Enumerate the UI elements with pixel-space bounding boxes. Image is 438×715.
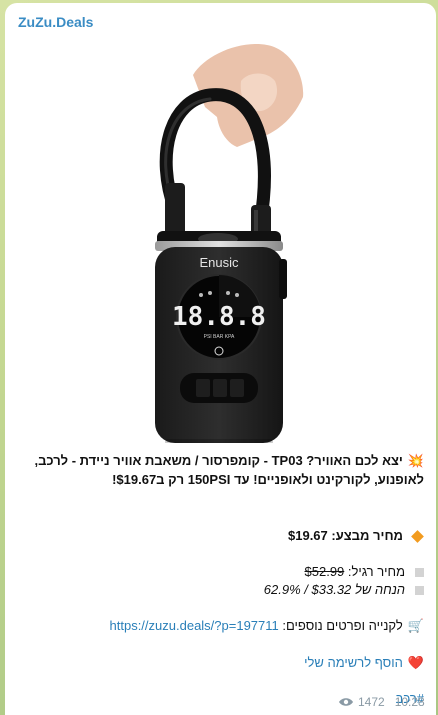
view-count: 1472 xyxy=(358,695,385,709)
svg-text:18.8.8: 18.8.8 xyxy=(172,302,266,332)
sale-price-row: מחיר מבצע: $19.67 xyxy=(17,526,424,545)
post-title-text: יצא לכם האוויר? TP03 - קומפרסור / משאבת … xyxy=(34,453,424,487)
channel-name[interactable]: ZuZu.Deals xyxy=(18,14,93,30)
discount-label: הנחה של xyxy=(354,582,405,597)
heart-icon: ❤️ xyxy=(407,655,424,670)
regular-price-value: $52.99 xyxy=(304,564,345,579)
views-eye-icon xyxy=(339,698,353,706)
sale-price-label: מחיר מבצע: xyxy=(331,528,403,543)
orange-diamond-icon xyxy=(411,530,424,543)
link-row: 🛒 לקנייה ופרטים נוספים: https://zuzu.deal… xyxy=(17,616,424,635)
message-bubble: ZuZu.Deals Enusic 18.8.8 PSI BAR KPA 💥יצ… xyxy=(5,3,436,715)
gray-square-icon xyxy=(415,568,424,578)
shopping-cart-icon: 🛒 xyxy=(407,618,424,633)
discount-value: $33.32 / 62.9% xyxy=(263,582,352,597)
wishlist-row: ❤️ הוסף לרשימה שלי xyxy=(17,653,424,672)
post-title: 💥יצא לכם האוויר? TP03 - קומפרסור / משאבת… xyxy=(17,451,424,489)
regular-price-row: מחיר רגיל: $52.99 xyxy=(17,562,424,581)
wishlist-link[interactable]: הוסף לרשימה שלי xyxy=(304,655,403,670)
product-image[interactable]: Enusic 18.8.8 PSI BAR KPA xyxy=(5,35,436,443)
brand-text: Enusic xyxy=(199,255,239,270)
message-meta: 1472 10:28 xyxy=(338,695,425,709)
link-label: לקנייה ופרטים נוספים: xyxy=(282,618,403,633)
sale-price-value: $19.67 xyxy=(288,528,328,543)
gray-square-icon xyxy=(415,586,424,596)
discount-row: הנחה של $33.32 / 62.9% xyxy=(17,580,424,599)
regular-price-label: מחיר רגיל: xyxy=(347,564,405,579)
product-link[interactable]: https://zuzu.deals/?p=197711 xyxy=(110,618,279,633)
message-time: 10:28 xyxy=(394,695,425,709)
svg-text:PSI BAR KPA: PSI BAR KPA xyxy=(204,334,235,340)
compressor-illustration: Enusic 18.8.8 PSI BAR KPA xyxy=(155,44,304,443)
collision-icon: 💥 xyxy=(407,453,424,468)
